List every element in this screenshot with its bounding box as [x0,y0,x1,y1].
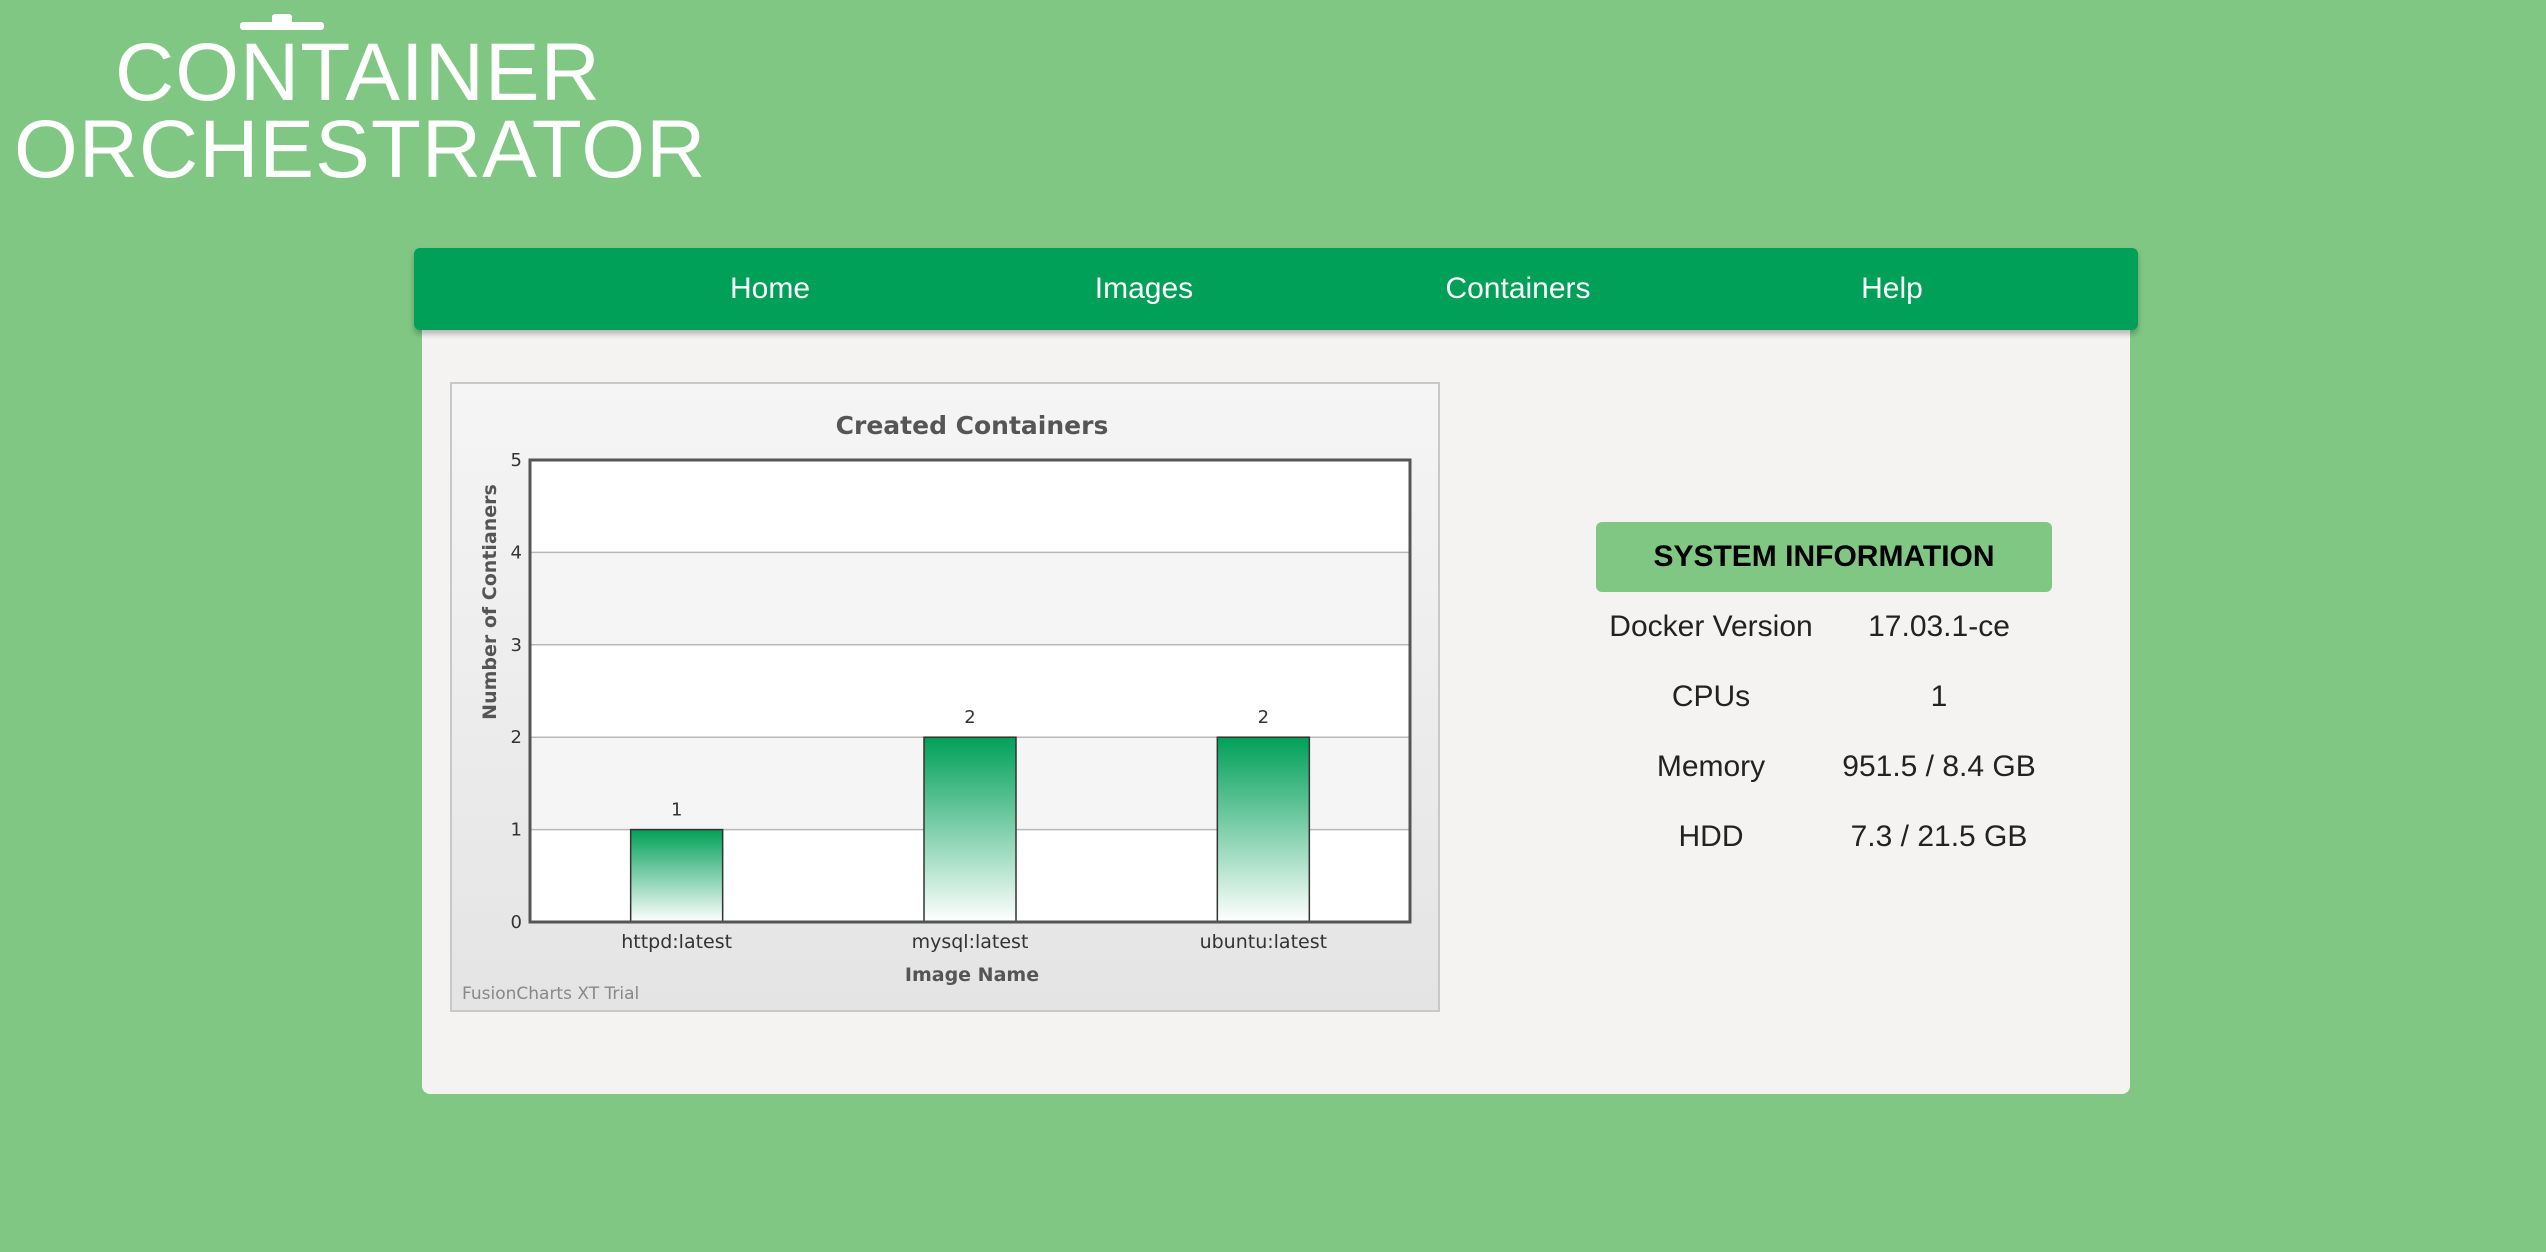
chart-bar [1216,736,1311,923]
chart-x-tick-label: httpd:latest [621,931,732,953]
chart-title: Created Containers [836,411,1109,440]
nav-home[interactable]: Home [614,248,926,330]
main-nav: Home Images Containers Help [414,248,2138,330]
chart-y-axis-label: Number of Contianers [479,484,501,720]
chart-bar [923,736,1017,923]
chart-band [530,552,1410,645]
sys-row-hdd: HDD 7.3 / 21.5 GB [1596,802,2052,872]
chart-band [530,460,1410,553]
chart-y-tick-label: 0 [511,912,522,933]
system-information-title: SYSTEM INFORMATION [1596,522,2052,592]
created-containers-chart: Created Containers Number of Contianers … [450,382,1440,1012]
chart-watermark: FusionCharts XT Trial [462,984,639,1004]
sys-row-docker-version: Docker Version 17.03.1-ce [1596,592,2052,662]
chart-y-tick-label: 1 [511,820,522,841]
chart-y-tick-label: 4 [511,542,522,563]
system-information: SYSTEM INFORMATION Docker Version 17.03.… [1596,522,2052,872]
chart-y-tick-label: 2 [511,727,522,748]
container-orchestrator-logo: CONTAINER ORCHESTRATOR [14,14,706,195]
sys-label: Memory [1656,750,1766,783]
chart-x-axis-label: Image Name [905,964,1039,986]
chart-x-tick-label: ubuntu:latest [1200,931,1328,953]
nav-containers[interactable]: Containers [1362,248,1674,330]
sys-value: 951.5 / 8.4 GB [1842,750,2036,783]
sys-label: HDD [1678,820,1744,853]
chart-data-label: 1 [671,800,682,821]
chart-y-tick-label: 3 [511,635,522,656]
chart-data-label: 2 [1258,707,1269,728]
sys-value: 17.03.1-ce [1868,610,2010,643]
logo-line2: ORCHESTRATOR [14,104,706,195]
sys-value: 1 [1930,680,1948,713]
logo[interactable]: CONTAINER ORCHESTRATOR [0,0,740,200]
sys-value: 7.3 / 21.5 GB [1850,820,2028,853]
sys-row-cpus: CPUs 1 [1596,662,2052,732]
chart-svg: Created Containers Number of Contianers … [462,411,1412,1004]
chart-x-tick-label: mysql:latest [912,931,1029,953]
nav-images[interactable]: Images [988,248,1300,330]
chart-data-label: 2 [964,707,975,728]
nav-help[interactable]: Help [1736,248,2048,330]
sys-label: CPUs [1671,680,1751,713]
sys-row-memory: Memory 951.5 / 8.4 GB [1596,732,2052,802]
sys-label: Docker Version [1609,610,1813,643]
chart-bar [629,828,724,923]
chart-y-tick-label: 5 [511,450,522,471]
